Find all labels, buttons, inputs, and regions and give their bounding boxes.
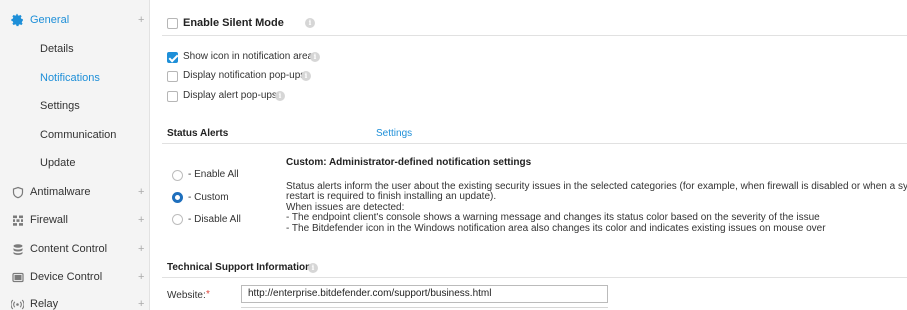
sidebar-item-content-control[interactable]: Content Control + (0, 235, 150, 263)
sidebar-item-label: General (30, 14, 70, 26)
divider (162, 35, 907, 36)
sidebar-item-settings[interactable]: Settings (0, 92, 150, 120)
info-icon[interactable]: i (308, 263, 318, 273)
sidebar-item-label: Relay (30, 298, 59, 310)
website-label: Website: (167, 290, 206, 301)
expand-icon[interactable]: + (138, 14, 144, 26)
expand-icon[interactable]: + (138, 186, 144, 198)
description-line: restart is required to finish installing… (286, 191, 497, 202)
custom-radio[interactable] (172, 192, 183, 203)
custom-label: - Custom (188, 192, 229, 203)
gear-icon (11, 13, 24, 27)
enable-all-label: - Enable All (188, 169, 239, 180)
sidebar-item-antimalware[interactable]: Antimalware + (0, 178, 150, 206)
sidebar-item-label: Settings (40, 100, 80, 112)
info-icon[interactable]: i (275, 91, 285, 101)
notification-popups-checkbox[interactable] (167, 71, 178, 82)
main-panel: Enable Silent Mode i Show icon in notifi… (150, 0, 907, 310)
notification-popups-label: Display notification pop-ups (183, 70, 306, 81)
info-icon[interactable]: i (305, 18, 315, 28)
status-alerts-settings-link[interactable]: Settings (376, 128, 412, 139)
silent-mode-label: Enable Silent Mode (183, 17, 284, 29)
website-input[interactable]: http://enterprise.bitdefender.com/suppor… (241, 285, 608, 303)
sidebar-item-label: Content Control (30, 243, 108, 255)
required-mark: * (206, 289, 210, 300)
info-icon[interactable]: i (301, 71, 311, 81)
expand-icon[interactable]: + (138, 214, 144, 226)
disable-all-label: - Disable All (188, 214, 241, 225)
sidebar-item-general[interactable]: General + (0, 6, 150, 34)
sidebar-item-relay[interactable]: Relay + (0, 290, 150, 310)
sidebar-item-firewall[interactable]: Firewall + (0, 206, 150, 234)
divider (162, 277, 907, 278)
description-line: - The Bitdefender icon in the Windows no… (286, 223, 826, 234)
status-alerts-title: Status Alerts (167, 128, 229, 139)
firewall-icon (11, 214, 24, 227)
next-input-edge (241, 307, 608, 308)
info-icon[interactable]: i (310, 52, 320, 62)
sidebar-item-update[interactable]: Update (0, 149, 150, 177)
show-icon-checkbox[interactable] (167, 52, 178, 63)
show-icon-label: Show icon in notification area (183, 51, 314, 62)
custom-description-title: Custom: Administrator-defined notificati… (286, 157, 532, 168)
sidebar: General + Details Notifications Settings… (0, 0, 150, 310)
description-line: - The endpoint client's console shows a … (286, 212, 820, 223)
sidebar-item-notifications[interactable]: Notifications (0, 64, 150, 92)
sidebar-item-label: Device Control (30, 271, 103, 283)
device-control-icon (11, 271, 24, 284)
relay-icon (11, 298, 24, 310)
expand-icon[interactable]: + (138, 243, 144, 255)
sidebar-item-label: Firewall (30, 214, 68, 226)
sidebar-item-details[interactable]: Details (0, 35, 150, 63)
silent-mode-checkbox[interactable] (167, 18, 178, 29)
sidebar-item-label: Update (40, 157, 76, 169)
sidebar-item-label: Details (40, 43, 74, 55)
sidebar-item-label: Antimalware (30, 186, 91, 198)
enable-all-radio[interactable] (172, 170, 183, 181)
sidebar-item-label: Notifications (40, 72, 100, 84)
divider (162, 143, 907, 144)
sidebar-item-communication[interactable]: Communication (0, 121, 150, 149)
shield-icon (11, 186, 24, 199)
tech-support-title: Technical Support Information (167, 262, 312, 273)
alert-popups-checkbox[interactable] (167, 91, 178, 102)
expand-icon[interactable]: + (138, 271, 144, 283)
sidebar-item-device-control[interactable]: Device Control + (0, 263, 150, 291)
sidebar-item-label: Communication (40, 129, 117, 141)
expand-icon[interactable]: + (138, 298, 144, 310)
alert-popups-label: Display alert pop-ups (183, 90, 277, 101)
disable-all-radio[interactable] (172, 214, 183, 225)
content-control-icon (11, 243, 24, 256)
